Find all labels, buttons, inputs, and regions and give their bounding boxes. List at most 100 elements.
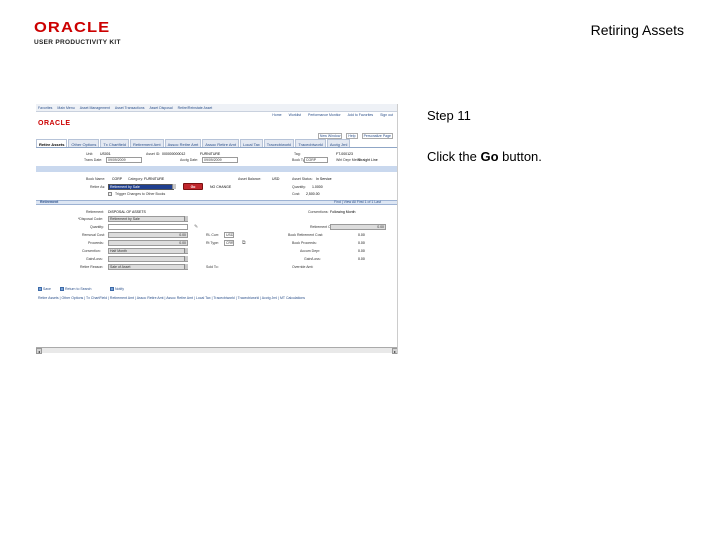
retire-as-label: Retire As:	[90, 185, 106, 189]
retire-reason-chevron-down-icon[interactable]	[184, 264, 188, 269]
go-hint-text: NO CHANGE	[210, 185, 232, 189]
acctg-date-label: Acctg Date:	[180, 158, 199, 162]
asset-description: FURNITURE	[200, 152, 221, 156]
retirement-cost-field[interactable]: 0.00	[330, 224, 386, 230]
currency-lookup-icon[interactable]: ⧉	[242, 240, 247, 246]
tab-assoc-retire-amt-2[interactable]: Assoc Retire Amt	[202, 139, 239, 147]
return-icon	[60, 287, 64, 291]
book-header-bar	[36, 166, 397, 172]
acctg-date-field[interactable]: 09/09/2009	[202, 157, 238, 163]
book-name-label: Book Name:	[86, 177, 106, 181]
disposal-code-dropdown[interactable]: Retirement by Sale	[108, 216, 188, 222]
menu-item-asset-transactions[interactable]: Asset Transactions	[115, 106, 145, 110]
rl-curr-field[interactable]: USD	[224, 232, 234, 238]
link-add-favorites[interactable]: Add to Favorites	[348, 113, 373, 117]
instruction-text: Click the	[427, 149, 481, 164]
trans-date-field[interactable]: 09/09/2009	[106, 157, 142, 163]
book-retirement-label: Book Retirement Cost:	[288, 233, 324, 237]
horizontal-scrollbar[interactable]: ◂ ▸	[36, 347, 397, 354]
removal-cost-field[interactable]: 0.00	[108, 232, 188, 238]
method-label: Wht Depr Meth:	[336, 158, 361, 162]
menu-item-main-menu[interactable]: Main Menu	[57, 106, 74, 110]
link-performance-monitor[interactable]: Performance Monitor	[308, 113, 341, 117]
retire-as-chevron-down-icon[interactable]	[172, 184, 176, 189]
book-proceeds-label: Book Proceeds:	[292, 241, 317, 245]
menu-item-asset-management[interactable]: Asset Management	[80, 106, 110, 110]
category-label: Category:	[128, 177, 144, 181]
tab-traceability[interactable]: Tracecbiworkl	[263, 139, 295, 147]
book-proceeds-value: 0.00	[358, 241, 365, 245]
cost-label: Cost:	[292, 192, 301, 196]
save-icon	[38, 287, 42, 291]
quantity-value: 1.0000	[312, 185, 323, 189]
accum-depr-value: 0.00	[358, 249, 365, 253]
scroll-right-icon[interactable]: ▸	[392, 348, 397, 354]
convention-dropdown[interactable]: Half Month	[108, 248, 188, 254]
quantity-ret-label: Quantity:	[90, 225, 105, 229]
bottom-page-links[interactable]: Retire Assets | Other Options | Tx Chart…	[38, 296, 305, 300]
gain-loss-field[interactable]	[108, 256, 188, 262]
gain-loss-chevron-down-icon[interactable]	[184, 256, 188, 261]
proceeds-field[interactable]: 0.00	[108, 240, 188, 246]
tag-value: FT-000123	[336, 152, 353, 156]
conventions-label: Conventions:	[308, 210, 329, 214]
removal-cost-label: Removal Cost:	[82, 233, 105, 237]
upk-logo-text: USER PRODUCTIVITY KIT	[34, 39, 121, 46]
menu-item-retire-reinstate[interactable]: Retire/Reinstate Asset	[178, 106, 213, 110]
lookup-icon[interactable]: ✎	[194, 224, 199, 230]
go-button[interactable]: Go	[183, 183, 203, 190]
notify-button[interactable]: Notify	[110, 286, 124, 292]
instruction-bold-text: Go	[480, 149, 499, 164]
oracle-logo-text: ORACLE	[34, 19, 111, 36]
tab-traceability-2[interactable]: Tracecbiworkl	[295, 139, 326, 147]
app-oracle-logo: ORACLE	[38, 120, 71, 127]
slide-title: Retiring Assets	[590, 22, 684, 38]
top-links: Home Worklist Performance Monitor Add to…	[272, 113, 393, 117]
conventions-value: Following Month	[330, 210, 356, 214]
save-label: Save	[43, 287, 51, 291]
tab-local-tax[interactable]: Local Tax	[239, 139, 263, 147]
tab-acctg-jrnl[interactable]: Acctg Jrnl	[326, 139, 351, 147]
unit-value: US001	[100, 152, 111, 156]
tab-retirement-amt[interactable]: Retirement Amt	[130, 139, 164, 147]
cost-value: 2,500.00	[306, 192, 320, 196]
trigger-label: Trigger Changes to Other Books	[115, 192, 166, 196]
page-tabs: Retire Assets Other Options Tx Chartfiel…	[36, 139, 397, 148]
retire-reason-dropdown[interactable]: Sale of Asset	[108, 264, 188, 270]
oracle-upk-logo: ORACLE USER PRODUCTIVITY KIT	[34, 20, 126, 46]
rt-type-field[interactable]: CRRNT	[224, 240, 234, 246]
trans-date-label: Trans Date:	[84, 158, 103, 162]
asset-balance-value: USD	[272, 177, 280, 181]
retirement-grid-nav[interactable]: Find | View All First 1 of 1 Last	[334, 200, 381, 204]
tab-tx-chartfield[interactable]: Tx Chartfield	[100, 139, 130, 147]
net-gain-label: Gain/Loss:	[304, 257, 321, 261]
unit-label: Unit:	[86, 152, 94, 156]
link-worklist[interactable]: Worklist	[289, 113, 301, 117]
proceeds-label: Proceeds:	[88, 241, 104, 245]
accum-depr-label: Accum Depr:	[300, 249, 321, 253]
tab-assoc-retire-amt[interactable]: Assoc Retire Amt	[164, 139, 202, 147]
tab-retire-assets[interactable]: Retire Assets	[36, 139, 68, 147]
menu-item-favorites[interactable]: Favorites	[38, 106, 52, 110]
save-button[interactable]: Save	[38, 286, 51, 292]
app-screenshot: Favorites Main Menu Asset Management Ass…	[36, 104, 398, 354]
tab-other-options[interactable]: Other Options	[68, 139, 100, 147]
scroll-left-icon[interactable]: ◂	[36, 348, 42, 354]
disposal-code-chevron-down-icon[interactable]	[184, 216, 188, 221]
quantity-ret-field[interactable]	[108, 224, 188, 230]
category-value: FURNITURE	[144, 177, 165, 181]
book-type-field[interactable]: CORP	[304, 157, 328, 163]
disposal-code-label: *Disposal Code:	[78, 217, 104, 221]
notify-label: Notify	[115, 287, 124, 291]
link-sign-out[interactable]: Sign out	[380, 113, 393, 117]
link-home[interactable]: Home	[272, 113, 281, 117]
return-to-search-button[interactable]: Return to Search	[60, 286, 91, 292]
asset-id-label: Asset ID:	[146, 152, 161, 156]
retire-reason-label: Retire Reason:	[80, 265, 104, 269]
step-number: Step 11	[427, 108, 471, 123]
trigger-checkbox[interactable]	[108, 192, 112, 196]
retire-as-dropdown[interactable]: Retirement by Sale	[108, 184, 174, 190]
convention-chevron-down-icon[interactable]	[184, 248, 188, 253]
convention-label: Convention:	[82, 249, 101, 253]
menu-item-asset-disposal[interactable]: Asset Disposal	[149, 106, 172, 110]
